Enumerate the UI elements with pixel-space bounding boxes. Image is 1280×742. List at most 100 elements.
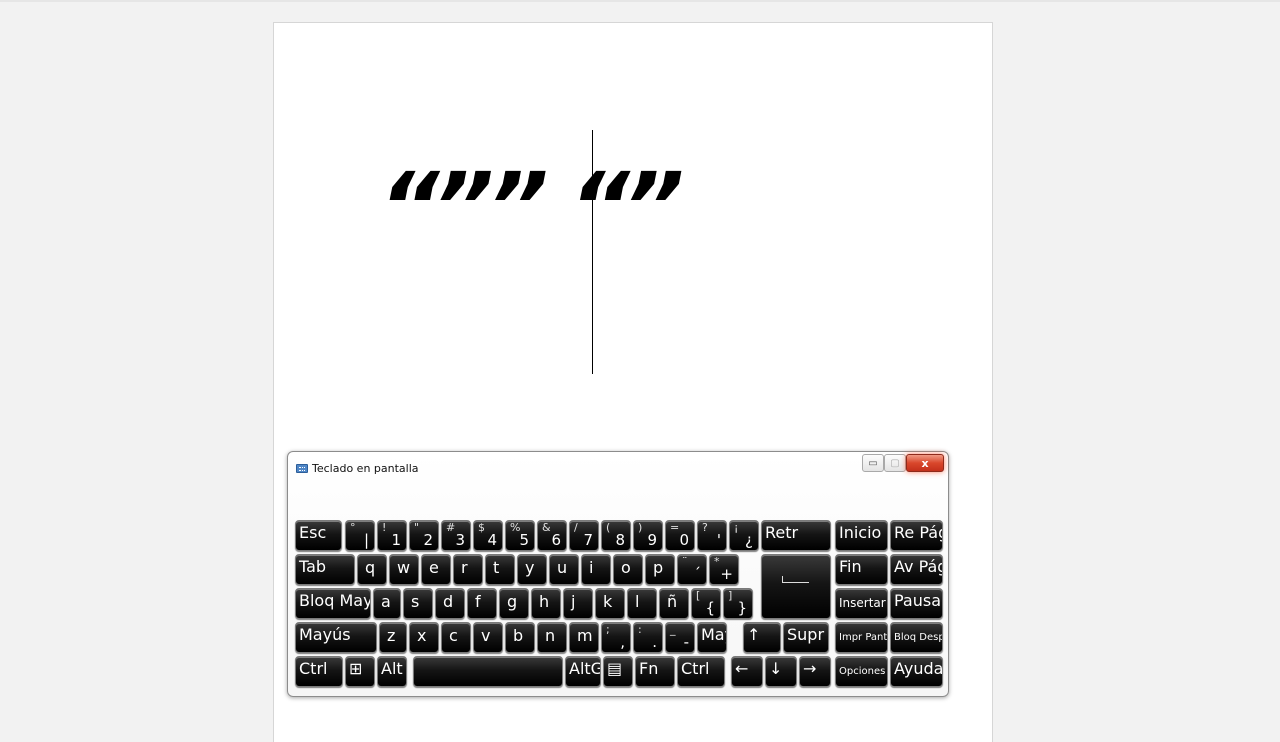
key-symbol[interactable]: #3: [441, 520, 471, 551]
key-label: Ctrl: [299, 659, 328, 678]
key-o[interactable]: o: [613, 554, 643, 585]
key-re-pag[interactable]: Re Pág: [890, 520, 943, 551]
key-bloq-may[interactable]: Bloq May: [295, 588, 371, 619]
key-l[interactable]: l: [627, 588, 657, 619]
key-supr[interactable]: Supr: [783, 622, 829, 653]
key-char: b: [513, 626, 524, 645]
key-symbol[interactable]: _ -: [665, 622, 695, 653]
key-label: Ayuda: [894, 659, 943, 678]
key-symbol[interactable]: $4: [473, 520, 503, 551]
key-f[interactable]: f: [467, 588, 497, 619]
key-label: ⊞: [349, 659, 363, 678]
key-tab[interactable]: Tab: [295, 554, 355, 585]
key-symbol[interactable]: ¨ ´: [677, 554, 707, 585]
key-altgr[interactable]: AltGr: [565, 656, 601, 687]
minimize-button[interactable]: ▭: [862, 454, 884, 472]
key-main-char: ': [716, 531, 721, 549]
key-label: Inicio: [839, 523, 882, 542]
key-t[interactable]: t: [485, 554, 515, 585]
key-char: p: [653, 558, 664, 577]
key-enter[interactable]: [761, 554, 831, 619]
key-bloq-despl[interactable]: Bloq Despl: [890, 622, 943, 653]
key-fin[interactable]: Fin: [835, 554, 888, 585]
key-impr-pant[interactable]: Impr Pant: [835, 622, 888, 653]
key-char: n: [545, 626, 556, 645]
key-x[interactable]: x: [409, 622, 439, 653]
key-v[interactable]: v: [473, 622, 503, 653]
key-label: ↓: [769, 659, 783, 678]
key-symbol[interactable]: & 6: [537, 520, 567, 551]
key-symbol[interactable]: [{: [691, 588, 721, 619]
key-a[interactable]: a: [373, 588, 401, 619]
key-shift-char: °: [350, 521, 356, 534]
key-k[interactable]: k: [595, 588, 625, 619]
key-y[interactable]: y: [517, 554, 547, 585]
key-retr[interactable]: Retr: [761, 520, 831, 551]
key-shift-char: $: [478, 521, 485, 534]
key-char: h: [539, 592, 550, 611]
key-b[interactable]: b: [505, 622, 535, 653]
key-p[interactable]: p: [645, 554, 675, 585]
key-d[interactable]: d: [435, 588, 465, 619]
key-→[interactable]: →: [799, 656, 831, 687]
key-shift-char: =: [670, 521, 680, 534]
key-alt[interactable]: Alt: [377, 656, 407, 687]
key-space[interactable]: [413, 656, 563, 687]
key-q[interactable]: q: [357, 554, 387, 585]
key-symbol[interactable]: /7: [569, 520, 599, 551]
key-symbol[interactable]: ° |: [345, 520, 375, 551]
key-↑[interactable]: ↑: [743, 622, 781, 653]
key-fn[interactable]: Fn: [635, 656, 675, 687]
key-i[interactable]: i: [581, 554, 611, 585]
key-mayús[interactable]: Mayús: [697, 622, 727, 653]
key-esc[interactable]: Esc: [295, 520, 342, 551]
key-ñ[interactable]: ñ: [659, 588, 689, 619]
key-←[interactable]: ←: [731, 656, 763, 687]
key-mayús[interactable]: Mayús: [295, 622, 377, 653]
key-symbol[interactable]: " 2: [409, 520, 439, 551]
key-u[interactable]: u: [549, 554, 579, 585]
key-z[interactable]: z: [379, 622, 407, 653]
key-symbol[interactable]: = 0: [665, 520, 695, 551]
key-av-pag[interactable]: Av Pág: [890, 554, 943, 585]
maximize-button[interactable]: ▢: [884, 454, 906, 472]
key-opciones[interactable]: Opciones: [835, 656, 888, 687]
key-symbol[interactable]: :.: [633, 622, 663, 653]
key-char: t: [493, 558, 500, 577]
key-pausa[interactable]: Pausa: [890, 588, 943, 619]
key-windows-icon[interactable]: ⊞: [345, 656, 375, 687]
key-symbol[interactable]: % 5: [505, 520, 535, 551]
key-insertar[interactable]: Insertar: [835, 588, 888, 619]
key-char: d: [443, 592, 454, 611]
key-symbol[interactable]: ¡ ¿: [729, 520, 759, 551]
key-j[interactable]: j: [563, 588, 593, 619]
close-button[interactable]: x: [906, 454, 944, 472]
key-symbol[interactable]: ]}: [723, 588, 753, 619]
key-c[interactable]: c: [441, 622, 471, 653]
key-ctrl[interactable]: Ctrl: [677, 656, 725, 687]
key-r[interactable]: r: [453, 554, 483, 585]
key-h[interactable]: h: [531, 588, 561, 619]
key-symbol[interactable]: ? ': [697, 520, 727, 551]
key-menu-icon[interactable]: ▤: [603, 656, 633, 687]
key-↓[interactable]: ↓: [765, 656, 797, 687]
key-symbol[interactable]: * +: [709, 554, 739, 585]
key-ctrl[interactable]: Ctrl: [295, 656, 343, 687]
key-symbol[interactable]: ;,: [601, 622, 631, 653]
key-m[interactable]: m: [569, 622, 599, 653]
key-main-char: .: [652, 633, 657, 651]
key-symbol[interactable]: ) 9: [633, 520, 663, 551]
key-g[interactable]: g: [499, 588, 529, 619]
key-char: a: [381, 592, 391, 611]
key-main-char: |: [363, 531, 369, 549]
key-inicio[interactable]: Inicio: [835, 520, 888, 551]
key-ayuda[interactable]: Ayuda: [890, 656, 943, 687]
key-symbol[interactable]: (8: [601, 520, 631, 551]
key-main-char: 1: [391, 531, 401, 549]
key-e[interactable]: e: [421, 554, 451, 585]
key-w[interactable]: w: [389, 554, 419, 585]
key-n[interactable]: n: [537, 622, 567, 653]
key-char: q: [365, 558, 376, 577]
key-symbol[interactable]: ! 1: [377, 520, 407, 551]
key-s[interactable]: s: [403, 588, 433, 619]
